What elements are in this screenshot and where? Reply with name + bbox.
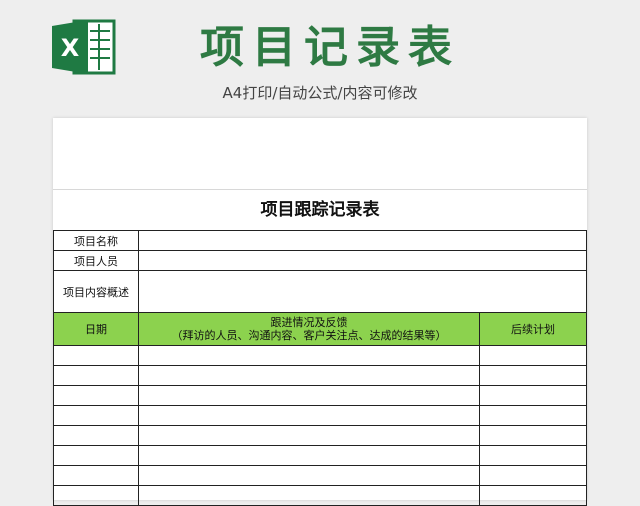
date-cell[interactable] [53, 425, 139, 446]
column-header-progress: 跟进情况及反馈 （拜访的人员、沟通内容、客户关注点、达成的结果等） [138, 312, 480, 346]
plan-cell[interactable] [479, 345, 587, 366]
progress-cell[interactable] [138, 445, 480, 466]
field-row-project-members: 项目人员 [53, 250, 587, 271]
plan-cell[interactable] [479, 385, 587, 406]
page-subtitle: A4打印/自动公式/内容可修改 [222, 84, 418, 102]
sheet-preview: 项目跟踪记录表 项目名称 项目人员 项目内容概述 日期 跟进情况及反馈 （拜访的… [53, 118, 587, 506]
progress-cell[interactable] [138, 465, 480, 486]
sheet-divider [53, 189, 587, 190]
plan-cell[interactable] [479, 365, 587, 386]
column-header-date: 日期 [53, 312, 139, 346]
field-row-project-name: 项目名称 [53, 230, 587, 251]
date-cell[interactable] [53, 365, 139, 386]
progress-cell[interactable] [138, 365, 480, 386]
table-row [53, 445, 587, 466]
table-row [53, 465, 587, 486]
plan-cell[interactable] [479, 485, 587, 506]
table-row [53, 345, 587, 366]
excel-icon: X [52, 18, 116, 76]
field-label: 项目名称 [53, 230, 139, 251]
date-cell[interactable] [53, 445, 139, 466]
column-header-progress-title: 跟进情况及反馈 [270, 316, 348, 329]
progress-cell[interactable] [138, 425, 480, 446]
plan-cell[interactable] [479, 465, 587, 486]
record-table: 项目名称 项目人员 项目内容概述 日期 跟进情况及反馈 （拜访的人员、沟通内容、… [53, 230, 587, 506]
table-row [53, 405, 587, 426]
date-cell[interactable] [53, 405, 139, 426]
field-label: 项目人员 [53, 250, 139, 271]
progress-cell[interactable] [138, 385, 480, 406]
excel-logo-letter: X [61, 34, 80, 62]
plan-cell[interactable] [479, 405, 587, 426]
date-cell[interactable] [53, 465, 139, 486]
field-value-cell[interactable] [138, 250, 587, 271]
table-row [53, 485, 587, 506]
plan-cell[interactable] [479, 445, 587, 466]
field-value-cell[interactable] [138, 270, 587, 313]
date-cell[interactable] [53, 385, 139, 406]
table-header-row: 日期 跟进情况及反馈 （拜访的人员、沟通内容、客户关注点、达成的结果等） 后续计… [53, 312, 587, 346]
plan-cell[interactable] [479, 425, 587, 446]
column-header-plan: 后续计划 [479, 312, 587, 346]
progress-cell[interactable] [138, 405, 480, 426]
table-row [53, 365, 587, 386]
date-cell[interactable] [53, 345, 139, 366]
table-row [53, 385, 587, 406]
column-header-progress-note: （拜访的人员、沟通内容、客户关注点、达成的结果等） [171, 329, 447, 342]
field-label: 项目内容概述 [53, 270, 139, 313]
table-row [53, 425, 587, 446]
field-value-cell[interactable] [138, 230, 587, 251]
field-row-project-summary: 项目内容概述 [53, 270, 587, 313]
progress-cell[interactable] [138, 345, 480, 366]
date-cell[interactable] [53, 485, 139, 506]
page-title: 项目记录表 [200, 22, 460, 73]
progress-cell[interactable] [138, 485, 480, 506]
sheet-title: 项目跟踪记录表 [260, 200, 380, 220]
